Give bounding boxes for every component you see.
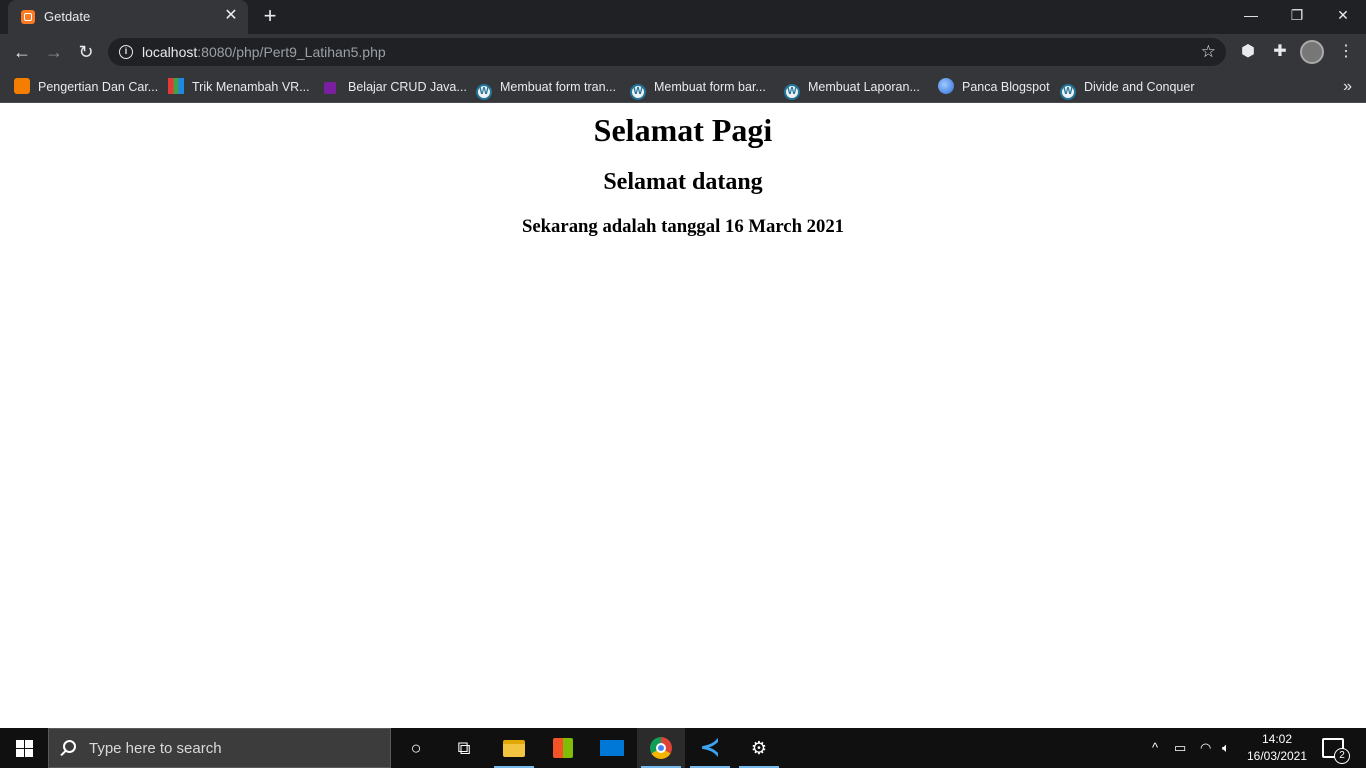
- xampp-icon: [21, 10, 35, 24]
- tab-title: Getdate: [44, 9, 91, 24]
- store-button[interactable]: [539, 728, 587, 768]
- mail-button[interactable]: [588, 728, 636, 768]
- bookmark-label: Membuat form bar...: [654, 80, 766, 94]
- bookmark-item[interactable]: W Divide and Conquer: [1060, 77, 1195, 100]
- bookmark-label: Panca Blogspot: [962, 80, 1050, 94]
- extensions-puzzle-icon[interactable]: ✚: [1268, 40, 1292, 64]
- url-host: localhost: [142, 44, 198, 60]
- settings-taskbar-button[interactable]: ⚙: [735, 728, 783, 768]
- close-icon[interactable]: ✕: [222, 7, 240, 25]
- wordpress-icon: W: [1060, 84, 1076, 100]
- new-tab-button[interactable]: +: [258, 5, 282, 29]
- taskbar-search-box[interactable]: Type here to search: [48, 728, 391, 768]
- bookmarks-bar: Pengertian Dan Car... Trik Menambah VR..…: [0, 70, 1366, 103]
- bookmark-item[interactable]: Trik Menambah VR...: [168, 77, 310, 97]
- search-placeholder: Type here to search: [89, 740, 222, 757]
- bookmark-label: Pengertian Dan Car...: [38, 80, 159, 94]
- mail-icon: [600, 740, 624, 756]
- restore-button[interactable]: ❐: [1274, 0, 1320, 30]
- site-icon: [324, 82, 336, 94]
- battery-icon[interactable]: ▭: [1174, 728, 1186, 768]
- minimize-button[interactable]: —: [1228, 0, 1274, 30]
- bookmark-item[interactable]: Belajar CRUD Java...: [322, 77, 467, 97]
- bookmark-item[interactable]: Pengertian Dan Car...: [14, 77, 158, 97]
- cortana-button[interactable]: ○: [392, 728, 440, 768]
- tab-strip: Getdate ✕ + — ❐ ✕: [0, 0, 1366, 34]
- bookmark-star-icon[interactable]: ☆: [1201, 42, 1216, 62]
- file-explorer-button[interactable]: [490, 728, 538, 768]
- bookmark-item[interactable]: W Membuat form tran...: [476, 77, 617, 100]
- taskbar-clock[interactable]: 14:02 16/03/2021: [1242, 731, 1312, 765]
- bookmark-item[interactable]: W Membuat Laporan...: [784, 77, 920, 100]
- tray-chevron-icon[interactable]: ^: [1152, 728, 1158, 768]
- page-heading-greeting: Selamat Pagi: [593, 112, 773, 148]
- url-text: localhost:8080/php/Pert9_Latihan5.php: [142, 44, 386, 60]
- back-button[interactable]: ←: [8, 38, 36, 66]
- extension-cube-icon[interactable]: ⬢: [1236, 40, 1260, 64]
- forward-button[interactable]: →: [40, 38, 68, 66]
- task-view-button[interactable]: ⧉: [440, 728, 488, 768]
- search-icon: [63, 740, 76, 753]
- bookmark-item[interactable]: Panca Blogspot: [938, 77, 1050, 97]
- bookmark-label: Trik Menambah VR...: [192, 80, 310, 94]
- menu-dots-icon[interactable]: ⋮: [1334, 40, 1358, 64]
- info-icon[interactable]: i: [119, 45, 133, 59]
- volume-icon[interactable]: 🔈︎: [1222, 728, 1230, 768]
- bookmark-label: Divide and Conquer: [1084, 80, 1195, 94]
- tab-getdate[interactable]: Getdate ✕: [8, 0, 248, 34]
- wordpress-icon: W: [784, 84, 800, 100]
- profile-avatar[interactable]: [1300, 40, 1324, 64]
- url-path: :8080/php/Pert9_Latihan5.php: [197, 44, 386, 60]
- notification-count-badge: 2: [1334, 748, 1350, 764]
- page-heading-welcome: Selamat datang: [603, 169, 763, 195]
- windows-logo-icon: [16, 740, 24, 748]
- grid-icon: [168, 78, 184, 94]
- bookmark-label: Membuat Laporan...: [808, 80, 920, 94]
- folder-icon: [503, 740, 525, 757]
- vscode-taskbar-button[interactable]: ≺: [686, 728, 734, 768]
- reload-button[interactable]: ↻: [72, 38, 100, 66]
- clock-date: 16/03/2021: [1246, 749, 1308, 763]
- bookmarks-overflow-button[interactable]: »: [1343, 77, 1352, 97]
- chrome-icon: [650, 737, 672, 759]
- store-icon: [553, 738, 573, 758]
- chrome-taskbar-button[interactable]: [637, 728, 685, 768]
- window-close-button[interactable]: ✕: [1320, 0, 1366, 30]
- bookmark-item[interactable]: W Membuat form bar...: [630, 77, 766, 100]
- windows-start-button[interactable]: [0, 728, 48, 768]
- bookmark-label: Membuat form tran...: [500, 80, 617, 94]
- globe-icon: [938, 78, 954, 94]
- vscode-icon: ≺: [699, 734, 721, 761]
- browser-toolbar: ← → ↻ i localhost:8080/php/Pert9_Latihan…: [0, 34, 1366, 70]
- wordpress-icon: W: [630, 84, 646, 100]
- page-content: Selamat Pagi Selamat datang Sekarang ada…: [0, 103, 1366, 728]
- wordpress-icon: W: [476, 84, 492, 100]
- taskbar: Type here to search ○ ⧉ ≺ ⚙ ^ ▭ ◠ 🔈︎ 14:…: [0, 728, 1366, 768]
- wifi-icon[interactable]: ◠: [1200, 728, 1211, 768]
- address-bar[interactable]: i localhost:8080/php/Pert9_Latihan5.php …: [108, 38, 1226, 66]
- page-heading-date: Sekarang adalah tanggal 16 March 2021: [521, 216, 845, 237]
- clock-time: 14:02: [1261, 732, 1293, 746]
- blogger-icon: [14, 78, 30, 94]
- gear-icon: ⚙: [750, 738, 768, 758]
- bookmark-label: Belajar CRUD Java...: [348, 80, 467, 94]
